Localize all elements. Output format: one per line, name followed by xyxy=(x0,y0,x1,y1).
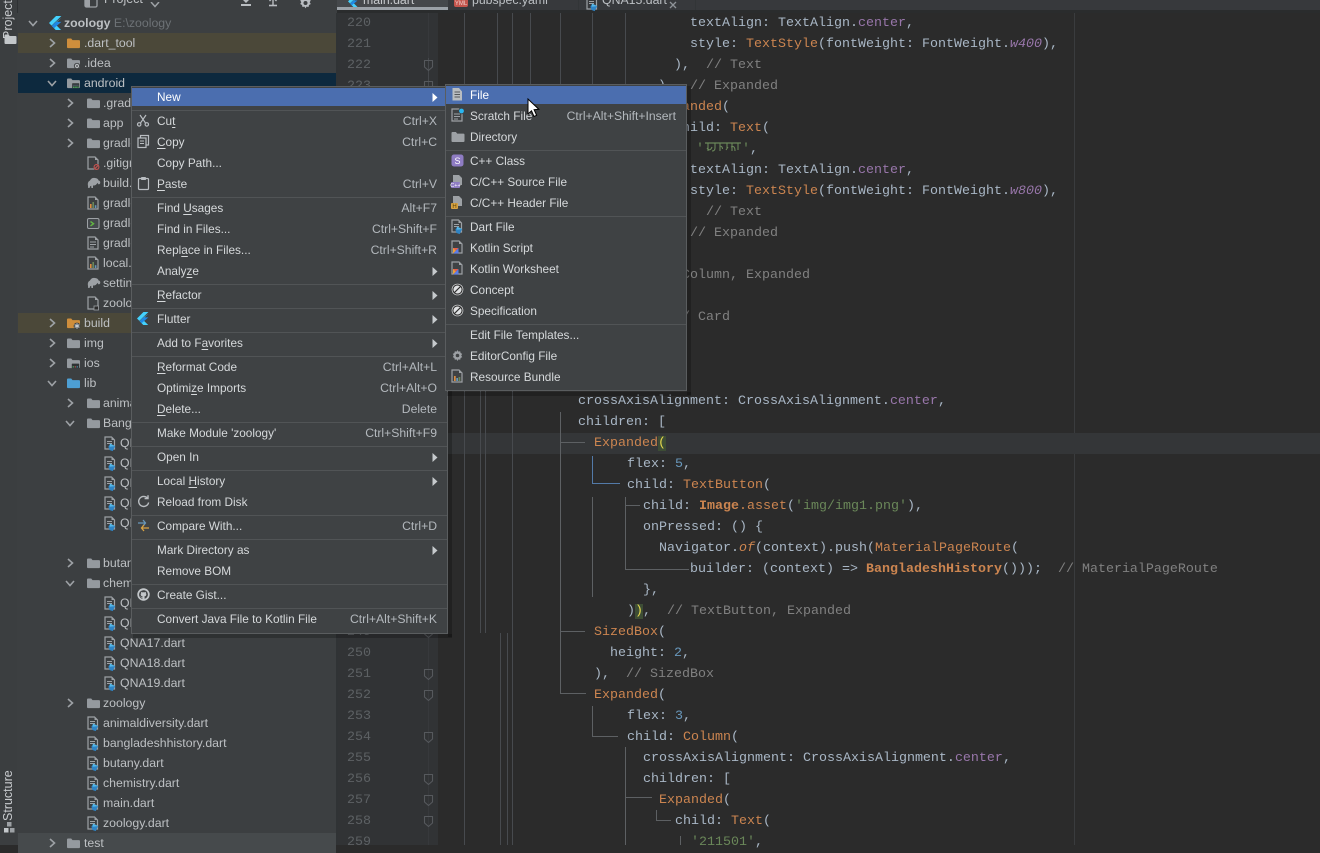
svg-text:YML: YML xyxy=(455,1,468,7)
svg-text:S: S xyxy=(454,156,460,166)
svg-text:H: H xyxy=(452,204,456,210)
svg-text:C++: C++ xyxy=(450,183,460,189)
